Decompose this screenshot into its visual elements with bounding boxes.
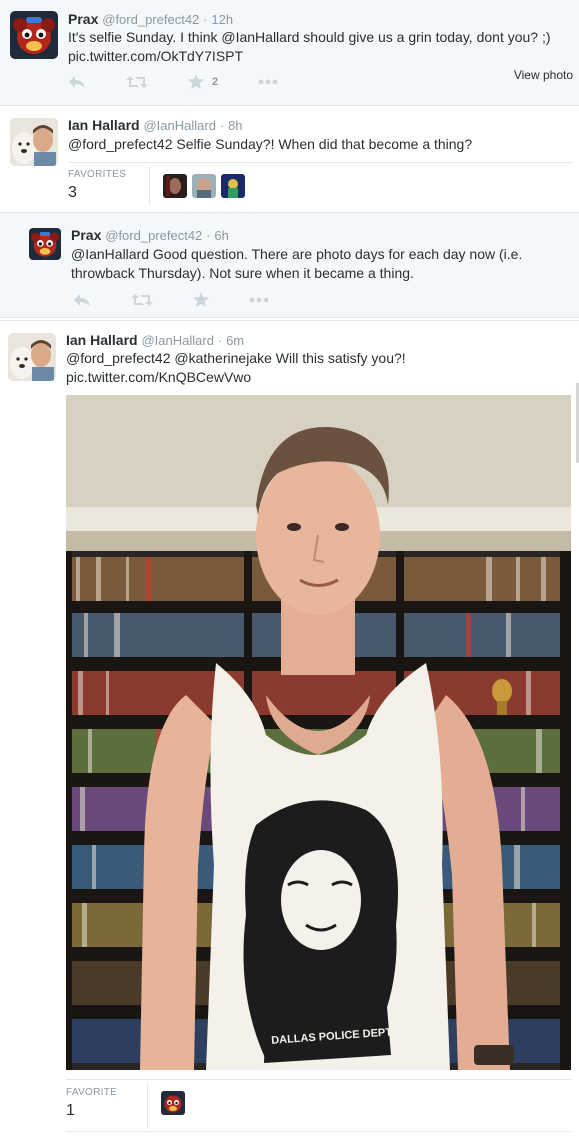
favorite-icon [188, 74, 204, 89]
retweet-button[interactable] [126, 75, 148, 89]
avatar-prax[interactable] [10, 11, 58, 59]
divider [66, 1079, 571, 1080]
tweet-text-body: It's selfie Sunday. I think @IanHallard … [68, 29, 551, 45]
author-handle[interactable]: @ford_prefect42 [105, 228, 202, 243]
tweet-actions [73, 292, 309, 307]
stat-label: FAVORITE [66, 1087, 118, 1098]
timestamp[interactable]: 6m [226, 333, 244, 348]
retweet-icon [126, 75, 148, 88]
favorite-icon [193, 292, 209, 307]
divider [66, 1131, 571, 1132]
tweet-text: It's selfie Sunday. I think @IanHallard … [68, 28, 573, 66]
retweet-button[interactable] [131, 293, 153, 307]
selfie-photo: DALLAS POLICE DEPT. [66, 395, 571, 1070]
tweet-4[interactable]: Ian Hallard @IanHallard · 6m @ford_prefe… [0, 320, 579, 1136]
tweet-2[interactable]: Ian Hallard @IanHallard · 8h @ford_prefe… [0, 106, 579, 212]
tweet-text: @ford_prefect42 Selfie Sunday?! When did… [68, 136, 473, 152]
author-name[interactable]: Prax [71, 227, 101, 243]
timestamp[interactable]: 8h [228, 118, 242, 133]
favoriter-avatars [163, 174, 245, 198]
stat-count: 1 [66, 1102, 75, 1119]
tweet-link[interactable]: pic.twitter.com/KnQBCewVwo [66, 368, 571, 387]
more-button[interactable] [249, 297, 269, 303]
avatar-prax[interactable] [29, 228, 61, 260]
tweet-header: Prax @ford_prefect42 · 6h [71, 226, 229, 245]
timestamp[interactable]: 12h [211, 12, 233, 27]
avatar-ian-hallard[interactable] [10, 118, 58, 166]
divider [147, 1083, 148, 1129]
author-name[interactable]: Ian Hallard [66, 332, 138, 348]
author-handle[interactable]: @ford_prefect42 [102, 12, 199, 27]
timestamp[interactable]: 6h [214, 228, 228, 243]
favorite-count: 2 [212, 75, 219, 88]
separator: · [219, 118, 225, 133]
tweet-text-line: @IanHallard Good question. There are pho… [71, 246, 523, 262]
separator: · [203, 12, 208, 27]
favorite-button[interactable]: 2 [188, 74, 218, 89]
divider [68, 162, 573, 163]
view-photo-link[interactable]: View photo [514, 68, 573, 82]
stat-label: FAVORITES [68, 169, 127, 180]
divider [149, 166, 150, 206]
tweet-actions: 2 [68, 74, 318, 89]
reply-icon [69, 75, 85, 88]
favorite-button[interactable] [193, 292, 209, 307]
tweet-text-line: throwback Thursday). Not sure when it be… [71, 265, 414, 281]
tweet-link[interactable]: pic.twitter.com/OkTdY7ISPT [68, 47, 573, 66]
reply-button[interactable] [68, 75, 86, 89]
favoriter-avatar[interactable] [163, 174, 187, 198]
more-icon [249, 297, 269, 302]
favoriter-avatars [161, 1091, 185, 1115]
tweet-photo[interactable]: DALLAS POLICE DEPT. [66, 395, 571, 1070]
tweet-header: Ian Hallard @IanHallard · 6m [66, 331, 244, 350]
tweet-text: @IanHallard Good question. There are pho… [71, 245, 571, 283]
tweet-1[interactable]: Prax @ford_prefect42 · 12h It's selfie S… [0, 0, 579, 106]
tweet-text: @ford_prefect42 @katherinejake Will this… [66, 349, 571, 387]
author-handle[interactable]: @IanHallard [143, 118, 215, 133]
separator: · [206, 228, 211, 243]
tweet-header: Ian Hallard @IanHallard · 8h [68, 116, 243, 135]
author-handle[interactable]: @IanHallard [141, 333, 213, 348]
reply-button[interactable] [73, 293, 91, 307]
favoriter-avatar[interactable] [221, 174, 245, 198]
favoriter-avatar[interactable] [161, 1091, 185, 1115]
favoriter-avatar[interactable] [192, 174, 216, 198]
tweet-text-body: @ford_prefect42 @katherinejake Will this… [66, 350, 406, 366]
more-icon [258, 79, 278, 84]
favorites-stat[interactable]: FAVORITES 3 [68, 169, 126, 202]
more-button[interactable] [258, 79, 278, 85]
avatar-ian-hallard[interactable] [8, 333, 56, 381]
reply-icon [74, 293, 90, 306]
separator: · [217, 333, 223, 348]
author-name[interactable]: Ian Hallard [68, 117, 140, 133]
stat-count: 3 [68, 184, 77, 201]
favorites-stat[interactable]: FAVORITE 1 [66, 1087, 117, 1120]
author-name[interactable]: Prax [68, 11, 98, 27]
retweet-icon [131, 293, 153, 306]
tweet-header: Prax @ford_prefect42 · 12h [68, 10, 233, 29]
tweet-3[interactable]: Prax @ford_prefect42 · 6h @IanHallard Go… [0, 212, 579, 318]
